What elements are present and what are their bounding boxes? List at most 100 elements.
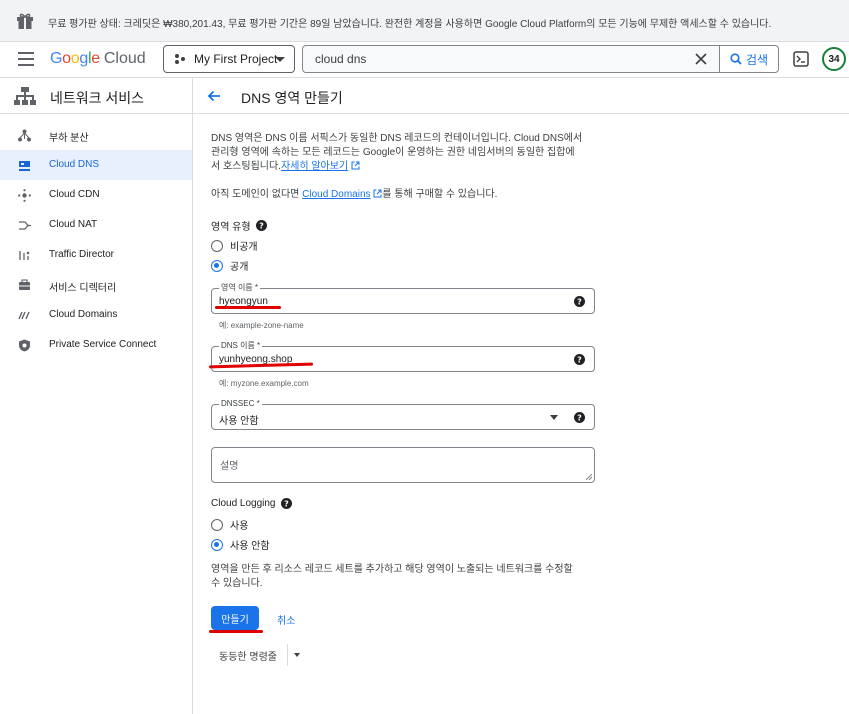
logo-cloud: Cloud: [103, 50, 146, 67]
sidebar-item-label: Cloud DNS: [49, 159, 100, 170]
create-button[interactable]: 만들기: [211, 606, 259, 630]
radio-circle: [211, 239, 223, 252]
logging-label: Cloud Logging ?: [211, 498, 292, 509]
dns-name-hint: 예: myzone.example.com: [219, 379, 309, 388]
page-header: DNS 영역 만들기: [193, 78, 849, 114]
chevron-down-icon: [275, 57, 285, 62]
learn-more-link[interactable]: 자세히 알아보기: [281, 161, 348, 172]
search-icon: [730, 53, 742, 65]
cancel-button[interactable]: 취소: [277, 612, 295, 627]
traffic-director-icon: [19, 251, 30, 260]
sidebar-item-traffic-director[interactable]: Traffic Director: [0, 240, 192, 270]
svg-text:?: ?: [284, 500, 289, 509]
page-title: DNS 영역 만들기: [241, 90, 343, 106]
annotation-underline: [215, 306, 281, 309]
sidebar-item-label: 부하 분산: [49, 133, 89, 144]
sidebar-item-load-balancing[interactable]: 부하 분산: [0, 120, 192, 150]
note-line-1: 영역을 만든 후 리소스 레코드 세트를 추가하고 해당 영역이 노출되는 네트…: [211, 564, 573, 575]
main-content: DNS 영역 만들기 DNS 영역은 DNS 이름 서픽스가 동일한 DNS 레…: [193, 78, 849, 714]
banner-text: 무료 평가판 상태: 크레딧은 ₩380,201.43, 무료 평가판 기간은 …: [48, 19, 772, 30]
zone-type-public-radio[interactable]: 공개: [211, 258, 248, 273]
dnssec-value: 사용 안함: [219, 416, 259, 427]
help-icon[interactable]: ?: [574, 354, 585, 365]
radio-label: 사용: [230, 521, 249, 532]
sidebar-item-label: Traffic Director: [49, 249, 115, 260]
external-link-icon: [373, 189, 382, 198]
cdn-icon: [18, 189, 31, 202]
sidebar-item-label: Cloud Domains: [49, 309, 118, 320]
search-bar: 검색: [302, 45, 779, 73]
project-name: My First Project: [194, 52, 278, 66]
sidebar: 네트워크 서비스 부하 분산 Cloud DNS Cloud CDN Cloud…: [0, 78, 193, 714]
zone-type-label: 영역 유형 ?: [211, 218, 267, 233]
svg-text:?: ?: [259, 222, 264, 231]
sidebar-item-label: 서비스 디렉터리: [49, 283, 117, 294]
help-icon[interactable]: ?: [255, 220, 267, 231]
radio-label: 사용 안함: [230, 541, 270, 552]
gift-icon: [17, 13, 33, 29]
post-create-note: 영역을 만든 후 리소스 레코드 세트를 추가하고 해당 영역이 노출되는 네트…: [211, 563, 595, 591]
divider: [286, 644, 288, 666]
dns-icon: [19, 161, 30, 171]
sidebar-header: 네트워크 서비스: [0, 78, 192, 114]
radio-circle: [211, 518, 223, 531]
dns-name-field[interactable]: DNS 이름 * ?: [211, 341, 595, 372]
sidebar-nav: 부하 분산 Cloud DNS Cloud CDN Cloud NAT Traf…: [0, 120, 192, 360]
sidebar-item-cloud-dns[interactable]: Cloud DNS: [0, 150, 192, 180]
radio-label: 공개: [230, 262, 249, 273]
equivalent-command-line-button[interactable]: 동등한 명령줄: [219, 643, 300, 667]
dnssec-select[interactable]: DNSSEC * 사용 안함 ?: [211, 399, 595, 430]
description-textarea[interactable]: 설명: [211, 447, 595, 483]
load-balancing-icon: [18, 129, 31, 142]
project-selector[interactable]: My First Project: [163, 45, 295, 73]
note-line-2: 수 있습니다.: [211, 578, 263, 589]
desc-line-2: 관리형 영역에 속하는 모든 레코드는 Google이 운영하는 권한 네임서버…: [211, 147, 575, 158]
menu-icon[interactable]: [18, 52, 34, 66]
help-icon[interactable]: ?: [574, 412, 585, 423]
help-icon[interactable]: ?: [574, 296, 585, 307]
sidebar-item-cloud-nat[interactable]: Cloud NAT: [0, 210, 192, 240]
cloud-shell-icon[interactable]: [793, 51, 809, 67]
chevron-down-icon[interactable]: [293, 653, 300, 657]
domains-icon: [18, 311, 30, 320]
annotation-underline: [209, 630, 263, 633]
zone-name-field[interactable]: 영역 이름 * ?: [211, 283, 595, 314]
search-input[interactable]: [303, 46, 683, 72]
radio-circle: [211, 538, 223, 551]
google-cloud-logo[interactable]: Google Cloud: [50, 50, 146, 68]
private-service-connect-icon: [19, 339, 30, 352]
zone-name-hint: 예: example-zone-name: [219, 321, 304, 330]
close-icon[interactable]: [695, 53, 707, 65]
sidebar-item-label: Private Service Connect: [49, 339, 157, 350]
radio-circle: [211, 259, 223, 272]
desc-line-3: 서 호스팅됩니다.: [211, 161, 281, 172]
zone-type-private-radio[interactable]: 비공개: [211, 238, 258, 253]
sidebar-item-cloud-cdn[interactable]: Cloud CDN: [0, 180, 192, 210]
top-bar: GoogleCloud My First Project 검색 34: [0, 42, 849, 78]
resize-grip-icon[interactable]: [585, 473, 592, 480]
radio-label: 비공개: [230, 242, 258, 253]
logging-label-text: Cloud Logging: [211, 498, 276, 509]
external-link-icon: [351, 161, 360, 170]
domain-suffix: 를 통해 구매할 수 있습니다.: [382, 189, 498, 200]
avatar[interactable]: 34: [822, 47, 846, 71]
domain-text: 아직 도메인이 없다면 Cloud Domains 를 통해 구매할 수 있습니…: [211, 188, 595, 202]
back-arrow-icon[interactable]: [206, 88, 222, 104]
sidebar-item-private-service-connect[interactable]: Private Service Connect: [0, 330, 192, 360]
equivalent-label: 동등한 명령줄: [219, 651, 277, 663]
service-directory-icon: [19, 279, 30, 290]
dropdown-arrow-icon: [550, 415, 558, 420]
cloud-domains-link[interactable]: Cloud Domains: [302, 189, 370, 200]
field-label: 영역 이름 *: [219, 283, 260, 293]
help-icon[interactable]: ?: [280, 498, 292, 509]
sidebar-title: 네트워크 서비스: [50, 90, 145, 106]
sidebar-item-service-directory[interactable]: 서비스 디렉터리: [0, 270, 192, 300]
logging-on-radio[interactable]: 사용: [211, 517, 248, 532]
field-label: DNS 이름 *: [219, 341, 263, 351]
search-button[interactable]: 검색: [719, 45, 779, 73]
trial-banner: 무료 평가판 상태: 크레딧은 ₩380,201.43, 무료 평가판 기간은 …: [0, 0, 849, 42]
logging-off-radio[interactable]: 사용 안함: [211, 537, 270, 552]
sidebar-item-cloud-domains[interactable]: Cloud Domains: [0, 300, 192, 330]
svg-text:?: ?: [577, 356, 582, 365]
network-services-icon: [14, 87, 36, 105]
